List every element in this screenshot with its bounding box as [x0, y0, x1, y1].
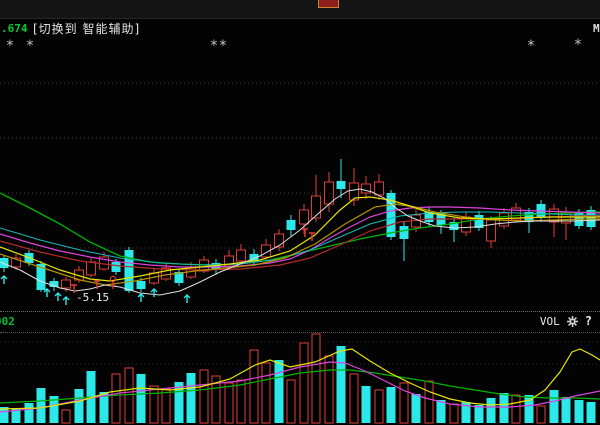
- volume-bar: [137, 374, 146, 423]
- volume-bar: [575, 400, 584, 423]
- volume-bar: [25, 403, 34, 423]
- buy-arrow-icon: [184, 295, 190, 303]
- volume-header-controls: VOL ?: [540, 314, 592, 328]
- help-icon[interactable]: ?: [585, 314, 592, 328]
- candle: [487, 216, 496, 248]
- volume-bar: [475, 405, 484, 423]
- volume-bar: [275, 360, 284, 423]
- volume-bar: [187, 373, 196, 423]
- volume-bar: [150, 386, 158, 423]
- volume-bar: [62, 410, 70, 423]
- candle: [400, 222, 409, 261]
- sell-mark-icon: [309, 233, 315, 241]
- volume-bar: [562, 397, 571, 423]
- volume-pane-header: 902 VOL ?: [0, 311, 600, 333]
- candle: [175, 269, 184, 286]
- star-marker: *: [6, 38, 14, 54]
- volume-chart[interactable]: [0, 332, 600, 425]
- volume-bar: [312, 334, 320, 423]
- volume-bar: [37, 388, 46, 423]
- volume-bar: [512, 395, 520, 423]
- buy-arrow-icon: [138, 294, 144, 302]
- volume-value: 902: [0, 315, 15, 328]
- volume-bar: [250, 350, 258, 423]
- buy-arrow-icon: [55, 293, 61, 301]
- volume-bar: [200, 370, 208, 423]
- candle: [37, 261, 46, 292]
- volume-bar: [337, 346, 346, 423]
- buy-arrow-icon: [44, 289, 50, 297]
- volume-bar: [387, 387, 396, 423]
- candle: [325, 172, 334, 212]
- buy-arrow-icon: [63, 297, 69, 305]
- flag-mark-icon: [110, 282, 115, 289]
- candle: [125, 247, 134, 293]
- star-marker: *: [574, 37, 582, 53]
- volume-bar: [412, 394, 421, 423]
- vol-indicator-label[interactable]: VOL: [540, 315, 560, 328]
- signal-marks: [1, 229, 315, 305]
- candle: [337, 159, 346, 198]
- volume-bar: [162, 389, 170, 423]
- volume-bar: [287, 380, 295, 423]
- volume-bar: [487, 398, 496, 423]
- low-price-annotation: -5.15: [76, 291, 109, 304]
- volume-bar: [362, 386, 371, 423]
- candle: [462, 212, 471, 236]
- volume-bar: [450, 404, 458, 423]
- buy-arrow-icon: [151, 289, 157, 297]
- volume-bar: [237, 380, 245, 423]
- candle: [287, 215, 296, 236]
- buy-arrow-icon: [1, 276, 7, 284]
- volume-bar: [262, 363, 270, 423]
- volume-bar: [300, 343, 308, 423]
- settings-gear-icon[interactable]: [566, 315, 579, 328]
- candle: [475, 211, 484, 231]
- candle: [375, 174, 384, 200]
- star-marker: *: [26, 38, 34, 54]
- volume-bar: [500, 393, 509, 423]
- candle: [587, 206, 596, 230]
- volume-bar: [125, 368, 133, 423]
- kline-chart[interactable]: -5.15******: [0, 0, 600, 312]
- volume-bar: [112, 374, 120, 423]
- candle: [350, 168, 359, 206]
- volume-bar: [437, 400, 446, 423]
- volume-bars: [0, 334, 596, 423]
- star-marker: *: [527, 38, 535, 54]
- volume-bar: [225, 383, 233, 423]
- volume-bar: [175, 382, 184, 423]
- star-marker: *: [210, 38, 218, 54]
- candle: [237, 244, 246, 264]
- volume-bar: [375, 390, 383, 423]
- trading-app-screen: .674 [切换到 智能辅助] M -5.15****** 902 VOL ?: [0, 0, 600, 425]
- candle: [362, 176, 371, 199]
- volume-bar: [587, 402, 596, 423]
- star-marker: *: [219, 38, 227, 54]
- volume-bar: [537, 406, 545, 423]
- candle: [87, 258, 96, 277]
- volume-bar: [550, 390, 559, 423]
- volume-bar: [75, 389, 84, 423]
- volume-bar: [325, 356, 333, 423]
- volume-bar: [350, 374, 358, 423]
- volume-bar: [425, 381, 433, 423]
- candles: [0, 159, 596, 293]
- sell-mark-icon: [302, 229, 308, 237]
- candle: [450, 218, 459, 242]
